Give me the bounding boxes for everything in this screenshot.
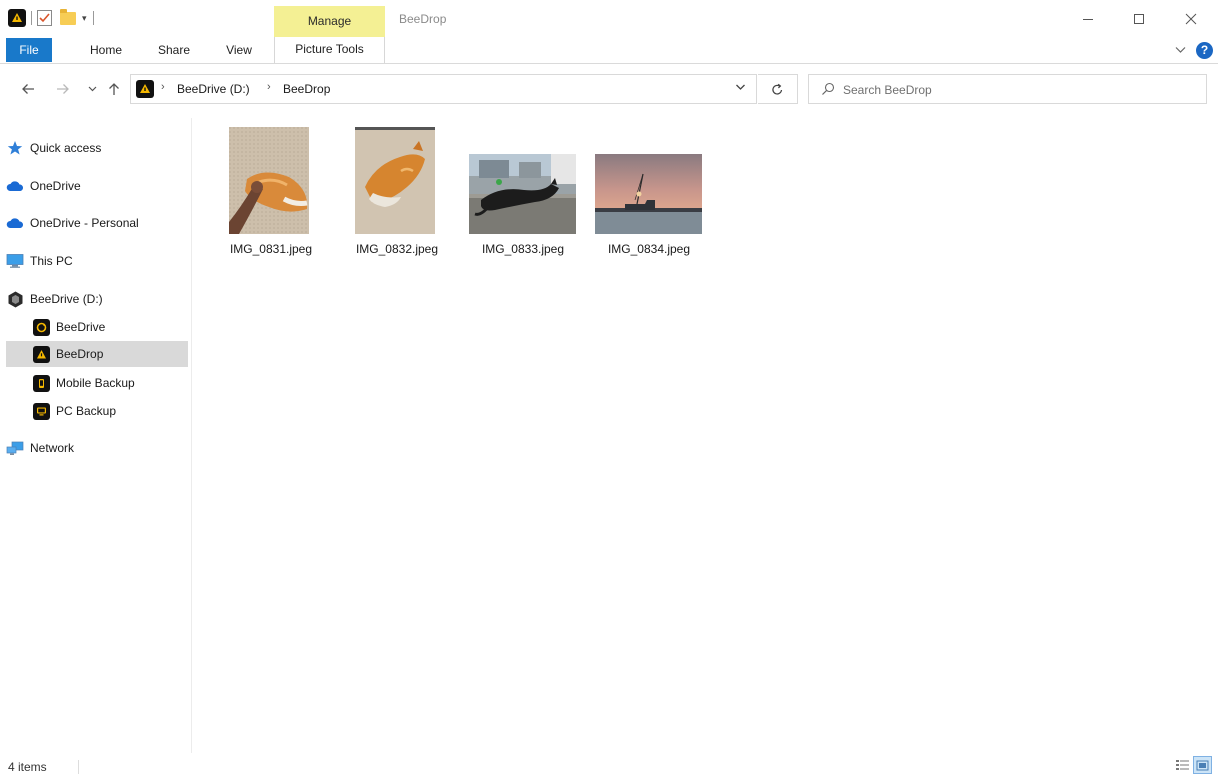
file-item[interactable]: IMG_0834.jpeg [591,120,707,260]
tab-share[interactable]: Share [145,38,203,62]
title-bar: ▾ Manage BeeDrop [0,0,1218,38]
sidebar-item-label: Mobile Backup [56,376,135,390]
quick-access-toolbar: ▾ [8,8,94,27]
maximize-button[interactable] [1122,6,1156,32]
breadcrumb-beedrive-d[interactable]: BeeDrive (D:) [177,82,250,96]
pc-icon [32,402,50,420]
help-icon[interactable]: ? [1196,42,1213,59]
file-name: IMG_0831.jpeg [229,242,313,256]
beedrive-icon [32,318,50,336]
monitor-icon [6,252,24,270]
tab-home[interactable]: Home [78,38,134,62]
sidebar-item-label: Quick access [30,141,102,155]
manage-label: Manage [307,14,352,28]
customize-dropdown-icon[interactable]: ▾ [82,13,87,24]
search-icon [822,82,835,95]
new-folder-icon[interactable] [60,8,76,25]
close-button[interactable] [1174,6,1208,32]
chevron-down-icon [1175,47,1186,53]
file-list[interactable]: IMG_0831.jpeg IMG_0832.jpeg IMG_0833.jpe… [193,118,1218,753]
sidebar-item-label: BeeDrop [56,347,104,361]
file-item[interactable]: IMG_0833.jpeg [465,120,581,260]
up-button[interactable] [104,78,124,100]
close-icon [1185,13,1197,25]
ribbon-divider [0,63,1218,64]
properties-icon[interactable] [37,10,52,26]
refresh-button[interactable] [758,74,798,104]
file-name: IMG_0832.jpeg [355,242,439,256]
arrow-left-icon [22,84,34,94]
cloud-icon [6,214,24,232]
sidebar-item-mobile-backup[interactable]: Mobile Backup [0,370,188,396]
beedrop-icon [32,345,50,363]
search-box[interactable] [808,74,1207,104]
minimize-icon [1083,19,1093,20]
beedrop-icon [136,80,154,98]
large-icons-view-icon [1196,760,1209,770]
sidebar-item-label: This PC [30,254,73,268]
image-thumbnail [595,154,702,234]
chevron-down-icon [736,84,745,90]
details-view-button[interactable] [1173,756,1191,774]
address-bar[interactable]: › BeeDrive (D:) › BeeDrop [130,74,757,104]
sidebar-item-onedrive[interactable]: OneDrive [6,173,188,199]
tab-picture-tools[interactable]: Picture Tools [274,37,385,63]
search-input[interactable] [843,80,1193,99]
sidebar-item-quick-access[interactable]: Quick access [6,135,188,161]
expand-ribbon-button[interactable] [1175,43,1186,57]
sidebar-item-beedrive[interactable]: BeeDrive [0,314,188,340]
sidebar-item-label: BeeDrive [56,320,106,334]
sidebar-item-label: OneDrive [30,179,81,193]
sidebar-item-label: BeeDrive (D:) [30,292,103,306]
file-name: IMG_0834.jpeg [607,242,691,256]
mobile-icon [32,374,50,392]
refresh-icon [772,83,783,95]
image-thumbnail [469,154,576,234]
file-item[interactable]: IMG_0832.jpeg [339,120,455,260]
chevron-down-icon [88,86,96,92]
beedrop-app-icon[interactable] [8,9,26,27]
sidebar-item-label: Network [30,441,75,455]
toolbar-divider [92,11,94,25]
address-dropdown-button[interactable] [735,79,746,98]
sidebar-item-this-pc[interactable]: This PC [6,248,188,274]
navigation-pane[interactable]: Quick access OneDrive OneDrive - Persona… [0,118,192,753]
tab-file[interactable]: File [6,38,52,62]
network-icon [6,439,24,457]
file-item[interactable]: IMG_0831.jpeg [213,120,329,260]
details-view-icon [1175,759,1189,770]
tab-view[interactable]: View [214,38,264,62]
image-thumbnail [355,127,435,234]
drive-icon [6,290,24,308]
sidebar-item-beedrop[interactable]: BeeDrop [6,341,188,367]
arrow-right-icon [57,84,69,94]
back-button[interactable] [18,78,38,100]
window-title: BeeDrop [399,12,447,26]
forward-button[interactable] [53,78,73,100]
star-icon [6,139,24,157]
breadcrumb-separator-icon[interactable]: › [161,81,165,93]
sidebar-item-label: OneDrive - Personal [30,216,139,230]
recent-locations-button[interactable] [82,78,102,100]
sidebar-item-label: PC Backup [56,404,117,418]
sidebar-item-beedrive-d[interactable]: BeeDrive (D:) [6,286,188,312]
file-name: IMG_0833.jpeg [481,242,565,256]
large-icons-view-button[interactable] [1193,756,1212,774]
toolbar-divider [31,11,32,25]
status-divider [78,760,79,774]
breadcrumb-beedrop[interactable]: BeeDrop [283,82,330,96]
image-thumbnail [229,127,309,234]
item-count: 4 items [8,760,47,774]
maximize-icon [1134,14,1144,24]
sidebar-item-onedrive-personal[interactable]: OneDrive - Personal [6,210,188,236]
cloud-icon [6,177,24,195]
minimize-button[interactable] [1071,6,1105,32]
breadcrumb-separator-icon[interactable]: › [267,81,271,93]
arrow-up-icon [109,83,119,95]
sidebar-item-network[interactable]: Network [6,435,188,461]
sidebar-item-pc-backup[interactable]: PC Backup [0,398,188,424]
